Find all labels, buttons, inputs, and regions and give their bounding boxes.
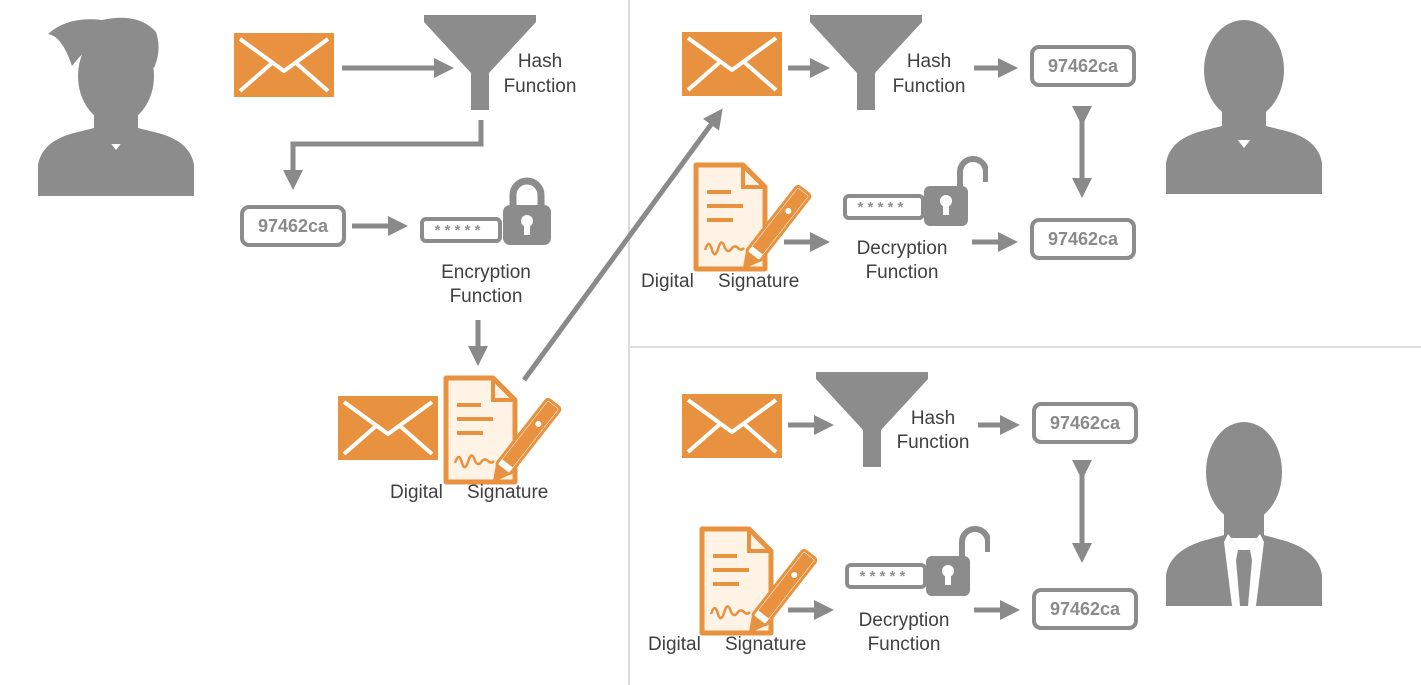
sender-password-mask: *****	[433, 224, 483, 241]
signed-envelope-icon	[338, 396, 438, 460]
receiver-bottom-hash-label-line1: Hash	[911, 408, 955, 429]
receiver-bottom-envelope-icon	[682, 394, 782, 458]
sender-hash-label-line1: Hash	[518, 51, 562, 72]
receiver-top-decryption-label-line1: Decryption	[857, 238, 948, 259]
sender-signature-document-icon	[446, 378, 561, 488]
receiver-top-envelope-icon	[682, 32, 782, 96]
receiver-top-computed-hash-value: 97462ca	[1048, 56, 1119, 76]
arrow-hash-to-digest	[283, 120, 484, 190]
receiver-bottom-decryption-label-line1: Decryption	[859, 610, 950, 631]
digital-signature-diagram: Hash Function 97462ca ***** Encryption F…	[0, 0, 1421, 685]
receiver-top-signature-document-icon	[696, 165, 811, 275]
arrow-send-to-receiver	[521, 108, 723, 382]
receiver-bottom-hash-label-line2: Function	[897, 432, 970, 453]
receiver-bottom-open-padlock-icon	[926, 529, 988, 596]
receiver-top-hash-label-line1: Hash	[907, 51, 951, 72]
receiver-top-decrypted-hash-value: 97462ca	[1048, 229, 1119, 249]
receiver-top-open-padlock-icon	[924, 159, 986, 226]
receiver-top-signature-label-word2: Signature	[718, 271, 799, 292]
receiver-bottom-signature-label-word2: Signature	[725, 634, 806, 655]
receiver-top-decryption-label-line2: Function	[866, 262, 939, 283]
receiver-top-hash-label-line2: Function	[893, 76, 966, 97]
receiver-top-password-mask: *****	[856, 201, 906, 218]
receiver-bottom-businessman-icon	[1166, 422, 1322, 606]
sender-person-icon	[38, 17, 194, 196]
receiver-bottom-decryption-label-line2: Function	[868, 634, 941, 655]
sender-signature-label-word1: Digital	[390, 482, 443, 503]
sender-signature-label-word2: Signature	[467, 482, 548, 503]
receiver-top-signature-label-word1: Digital	[641, 271, 694, 292]
receiver-bottom-signature-document-icon	[702, 529, 817, 639]
sender-hash-value: 97462ca	[258, 216, 329, 236]
encryption-label-line1: Encryption	[441, 262, 531, 283]
sender-hash-label-line2: Function	[504, 76, 577, 97]
sender-envelope-icon	[234, 33, 334, 97]
diagram-canvas: Hash Function 97462ca ***** Encryption F…	[38, 0, 1421, 685]
receiver-bottom-password-mask: *****	[858, 570, 908, 587]
sender-padlock-icon	[503, 181, 551, 245]
encryption-label-line2: Function	[450, 286, 523, 307]
receiver-bottom-computed-hash-value: 97462ca	[1050, 413, 1121, 433]
receiver-bottom-signature-label-word1: Digital	[648, 634, 701, 655]
receiver-bottom-decrypted-hash-value: 97462ca	[1050, 599, 1121, 619]
receiver-top-person-icon	[1166, 20, 1322, 194]
